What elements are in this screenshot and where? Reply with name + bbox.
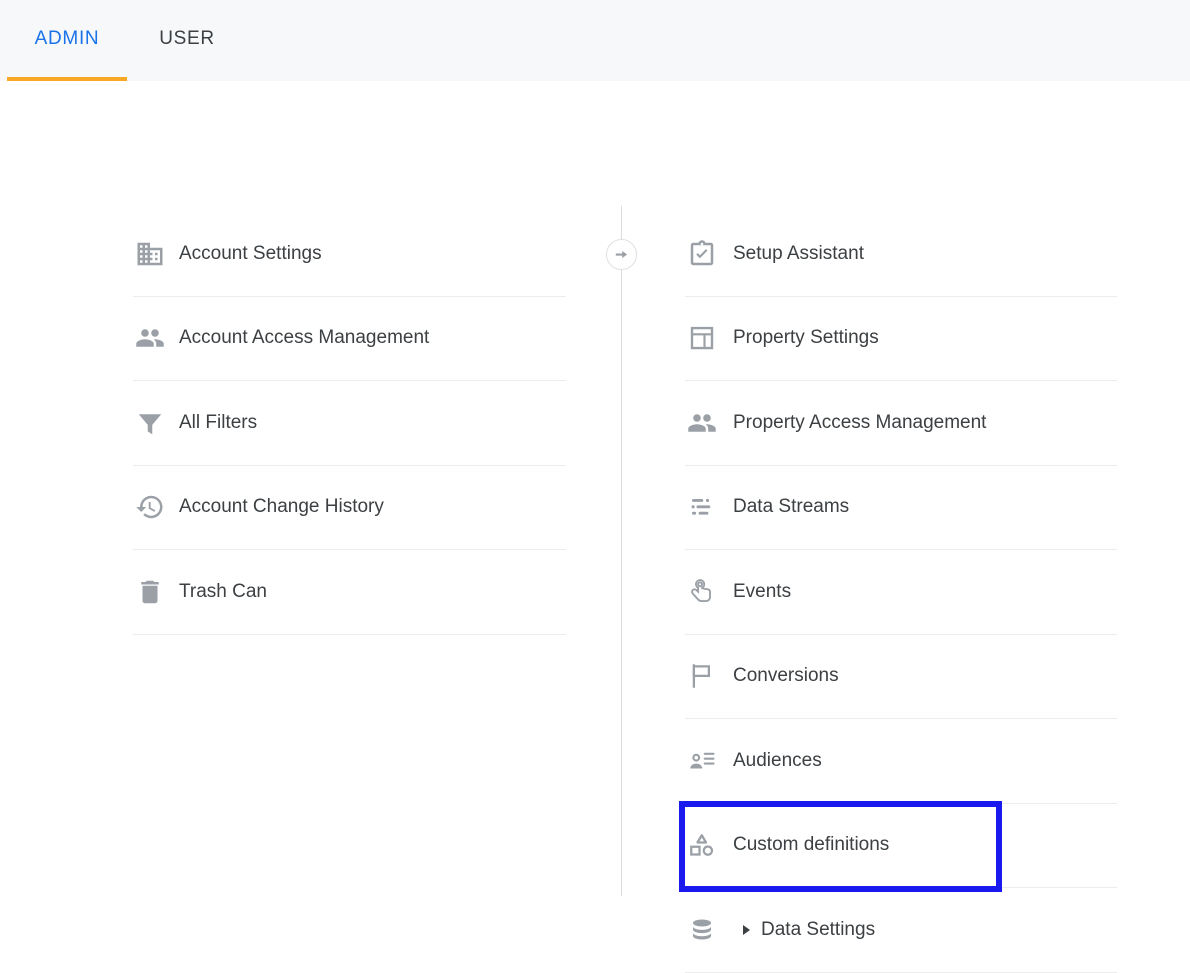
tab-admin-label: ADMIN bbox=[34, 28, 100, 49]
touch-tap-icon bbox=[685, 575, 719, 609]
menu-item-label: Property Access Management bbox=[733, 411, 987, 433]
menu-item-label: Account Access Management bbox=[179, 327, 430, 349]
property-layout-icon bbox=[685, 321, 719, 355]
history-clock-icon bbox=[133, 490, 167, 524]
tab-user[interactable]: USER bbox=[127, 0, 247, 81]
people-group-icon bbox=[685, 406, 719, 440]
data-streams-icon bbox=[685, 490, 719, 524]
menu-item-conversions[interactable]: Conversions bbox=[685, 635, 1117, 719]
menu-item-trash-can[interactable]: Trash Can bbox=[133, 550, 566, 635]
menu-item-label: Events bbox=[733, 580, 792, 602]
tab-admin[interactable]: ADMIN bbox=[7, 0, 127, 81]
business-building-icon bbox=[133, 237, 167, 271]
flag-icon bbox=[685, 659, 719, 693]
menu-item-events[interactable]: Events bbox=[685, 550, 1117, 635]
database-icon bbox=[685, 913, 719, 947]
menu-item-account-change-history[interactable]: Account Change History bbox=[133, 466, 566, 550]
menu-item-account-access-management[interactable]: Account Access Management bbox=[133, 297, 566, 381]
shapes-icon bbox=[685, 828, 719, 862]
menu-item-account-settings[interactable]: Account Settings bbox=[133, 212, 566, 297]
filter-funnel-icon bbox=[133, 406, 167, 440]
menu-item-label: Account Settings bbox=[179, 242, 322, 264]
clipboard-check-icon bbox=[685, 237, 719, 271]
tab-list: ADMIN USER bbox=[0, 0, 1190, 81]
menu-item-data-settings[interactable]: Data Settings bbox=[685, 888, 1117, 973]
menu-item-setup-assistant[interactable]: Setup Assistant bbox=[685, 212, 1117, 297]
account-column: Account Settings Account Access Manageme… bbox=[0, 81, 621, 896]
menu-item-property-access-management[interactable]: Property Access Management bbox=[685, 381, 1117, 466]
person-list-icon bbox=[685, 744, 719, 778]
menu-item-label: Setup Assistant bbox=[733, 242, 864, 264]
menu-item-data-streams[interactable]: Data Streams bbox=[685, 466, 1117, 550]
property-column: Setup Assistant Property Settings Proper… bbox=[621, 81, 1190, 973]
menu-item-label: Data Settings bbox=[761, 918, 876, 940]
menu-item-label: Custom definitions bbox=[733, 834, 890, 856]
menu-item-label: Conversions bbox=[733, 665, 839, 687]
menu-item-label: Data Streams bbox=[733, 496, 850, 518]
menu-item-property-settings[interactable]: Property Settings bbox=[685, 297, 1117, 381]
admin-columns: Account Settings Account Access Manageme… bbox=[0, 81, 1190, 973]
expand-triangle-icon[interactable] bbox=[743, 924, 750, 935]
menu-item-custom-definitions[interactable]: Custom definitions bbox=[685, 804, 1117, 888]
menu-item-label: Account Change History bbox=[179, 496, 384, 518]
tab-user-label: USER bbox=[159, 28, 215, 49]
menu-item-label: Audiences bbox=[733, 749, 822, 771]
menu-item-audiences[interactable]: Audiences bbox=[685, 719, 1117, 804]
menu-item-label: Property Settings bbox=[733, 327, 879, 349]
menu-item-label: Trash Can bbox=[179, 580, 267, 602]
menu-item-all-filters[interactable]: All Filters bbox=[133, 381, 566, 466]
people-group-icon bbox=[133, 321, 167, 355]
admin-tab-bar: ADMIN USER bbox=[0, 0, 1190, 81]
trash-can-icon bbox=[133, 575, 167, 609]
menu-item-label: All Filters bbox=[179, 411, 258, 433]
admin-content: Account Settings Account Access Manageme… bbox=[0, 81, 1190, 973]
arrow-right-circle-icon[interactable] bbox=[606, 239, 637, 270]
